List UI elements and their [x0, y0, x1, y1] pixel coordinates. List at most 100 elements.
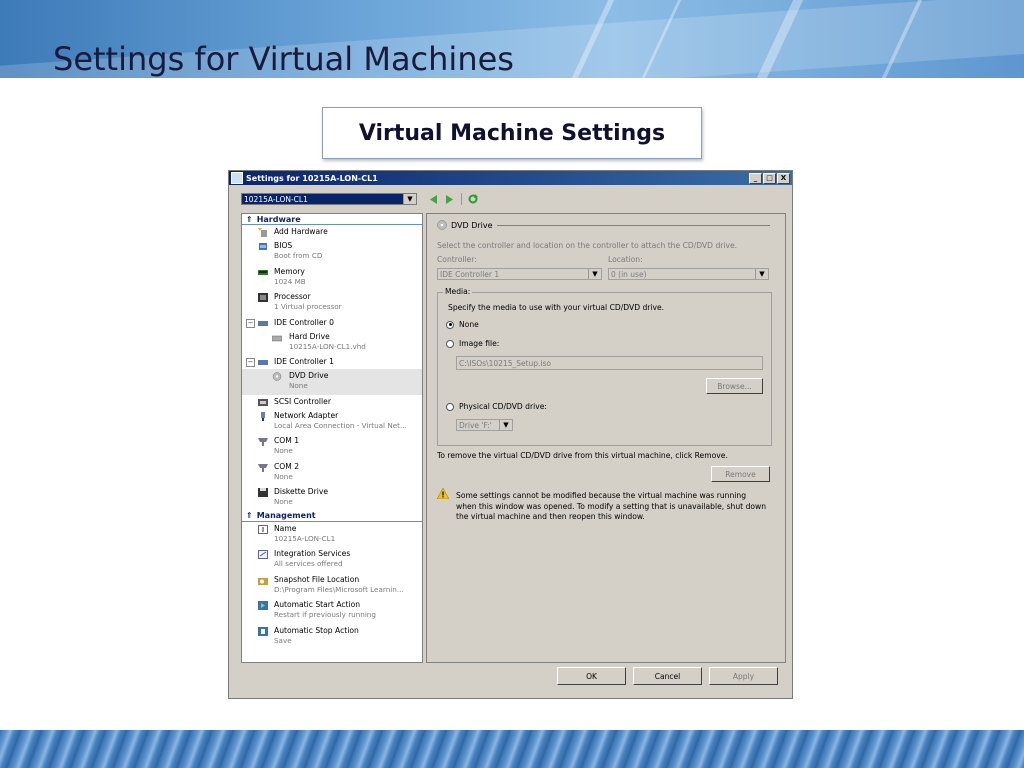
tree-item-ide-controller-0[interactable]: − IDE Controller 0 — [242, 316, 422, 330]
minimize-button[interactable]: _ — [749, 173, 762, 184]
management-section-header[interactable]: ⇑ Management — [242, 511, 422, 522]
details-panel: DVD Drive Select the controller and loca… — [426, 213, 786, 663]
vm-selector[interactable]: 10215A-LON-CL1 ▼ — [241, 193, 417, 205]
group-title: DVD Drive — [451, 220, 493, 230]
radio-image-file[interactable]: Image file: — [446, 339, 499, 348]
tree-item-snapshot-location[interactable]: Snapshot File Location D:\Program Files\… — [242, 573, 422, 599]
tree-item-hard-drive[interactable]: Hard Drive 10215A-LON-CL1.vhd — [242, 330, 422, 356]
vm-selector-value: 10215A-LON-CL1 — [244, 195, 308, 204]
window-icon — [231, 172, 243, 184]
controller-dropdown-value: IDE Controller 1 — [440, 270, 500, 279]
title-bar[interactable]: Settings for 10215A-LON-CL1 _ □ X — [229, 171, 792, 185]
back-arrow-icon[interactable] — [429, 194, 439, 204]
tree-item-dvd-drive[interactable]: DVD Drive None — [242, 369, 422, 395]
apply-button[interactable]: Apply — [709, 667, 778, 685]
tree-item-diskette-drive[interactable]: Diskette Drive None — [242, 485, 422, 511]
collapse-minus-icon[interactable]: − — [246, 358, 255, 367]
collapse-minus-icon[interactable]: − — [246, 318, 255, 328]
radio-image-label: Image file: — [459, 339, 500, 348]
snapshot-icon — [258, 577, 268, 585]
ide-controller-icon — [258, 320, 268, 326]
chevron-down-icon[interactable]: ▼ — [588, 269, 601, 279]
tree-item-bios[interactable]: BIOS Boot from CD — [242, 239, 422, 265]
forward-arrow-icon[interactable] — [445, 194, 455, 204]
collapse-icon[interactable]: ⇑ — [246, 215, 253, 224]
tree-item-automatic-start[interactable]: Automatic Start Action Restart if previo… — [242, 598, 422, 624]
settings-tree: ⇑ Hardware Add Hardware BIOS Boot from C… — [241, 213, 423, 663]
media-instruction: Specify the media to use with your virtu… — [448, 303, 665, 312]
warning-text: Some settings cannot be modified because… — [456, 491, 767, 521]
tree-item-detail: Restart if previously running — [274, 610, 376, 619]
controller-instruction: Select the controller and location on th… — [437, 241, 738, 250]
remove-button[interactable]: Remove — [711, 466, 770, 482]
com-port-icon — [258, 463, 268, 472]
window-title: Settings for 10215A-LON-CL1 — [246, 173, 378, 183]
tree-item-detail: None — [289, 381, 308, 390]
image-file-path[interactable]: C:\ISOs\10215_Setup.iso — [456, 356, 763, 370]
chevron-down-icon[interactable]: ▼ — [403, 194, 416, 204]
browse-button[interactable]: Browse... — [706, 378, 763, 394]
network-adapter-icon — [261, 411, 265, 421]
radio-unselected-icon — [446, 402, 454, 411]
group-header: DVD Drive — [437, 220, 493, 230]
ide-controller-icon — [258, 360, 268, 365]
tree-item-network-adapter[interactable]: Network Adapter Local Area Connection - … — [242, 409, 422, 435]
tree-item-memory[interactable]: Memory 1024 MB — [242, 265, 422, 291]
tree-item-label: Diskette Drive — [274, 487, 328, 496]
tree-item-detail: D:\Program Files\Microsoft Learnin... — [274, 584, 404, 594]
bios-chip-icon — [259, 243, 267, 250]
controller-label: Controller: — [437, 255, 477, 264]
physical-drive-dropdown[interactable]: Drive 'F:' ▼ — [456, 419, 513, 431]
tree-item-label: COM 2 — [274, 461, 300, 471]
tree-item-ide-controller-1[interactable]: − IDE Controller 1 — [242, 355, 422, 369]
maximize-button[interactable]: □ — [763, 173, 776, 184]
close-button[interactable]: X — [777, 173, 790, 184]
chevron-down-icon[interactable]: ▼ — [755, 269, 768, 279]
hardware-section-header[interactable]: ⇑ Hardware — [242, 214, 422, 225]
chevron-down-icon[interactable]: ▼ — [499, 420, 512, 430]
tree-item-label: Automatic Stop Action — [274, 625, 359, 635]
memory-icon — [258, 269, 268, 275]
settings-window: Settings for 10215A-LON-CL1 _ □ X 10215A… — [228, 170, 793, 699]
controller-dropdown[interactable]: IDE Controller 1 ▼ — [437, 268, 602, 280]
hardware-section-label: Hardware — [256, 214, 301, 224]
refresh-icon[interactable] — [468, 194, 478, 204]
nav-toolbar — [429, 193, 478, 205]
location-label: Location: — [608, 255, 643, 264]
tree-item-label: Add Hardware — [274, 227, 328, 236]
radio-physical-label: Physical CD/DVD drive: — [459, 402, 547, 411]
group-divider — [497, 225, 770, 226]
cancel-button[interactable]: Cancel — [633, 667, 702, 685]
tree-item-scsi-controller[interactable]: SCSI Controller — [242, 395, 422, 409]
tree-item-detail: 10215A-LON-CL1 — [274, 533, 336, 543]
hard-drive-icon — [272, 335, 282, 341]
tree-item-processor[interactable]: Processor 1 Virtual processor — [242, 290, 422, 316]
tree-item-detail: 1024 MB — [274, 276, 306, 286]
tree-item-detail: None — [274, 471, 293, 481]
radio-selected-icon — [446, 320, 454, 329]
tree-item-label: SCSI Controller — [274, 396, 331, 406]
radio-none[interactable]: None — [446, 320, 479, 329]
tree-item-integration-services[interactable]: Integration Services All services offere… — [242, 547, 422, 573]
tree-item-add-hardware[interactable]: Add Hardware — [242, 225, 422, 239]
management-section-label: Management — [256, 511, 316, 520]
media-group: Media: Specify the media to use with you… — [437, 287, 772, 446]
dvd-drive-icon — [437, 220, 447, 230]
tree-item-com2[interactable]: COM 2 None — [242, 460, 422, 486]
tree-item-label: Network Adapter — [274, 410, 339, 420]
ok-button[interactable]: OK — [557, 667, 626, 685]
collapse-icon[interactable]: ⇑ — [246, 511, 253, 520]
tree-item-label: IDE Controller 1 — [274, 357, 334, 366]
tree-item-name[interactable]: Name 10215A-LON-CL1 — [242, 522, 422, 548]
location-dropdown[interactable]: 0 (in use) ▼ — [608, 268, 769, 280]
remove-instruction: To remove the virtual CD/DVD drive from … — [437, 451, 728, 460]
physical-drive-value: Drive 'F:' — [459, 421, 492, 430]
tree-item-label: Memory — [274, 266, 305, 276]
tree-item-label: Snapshot File Location — [274, 574, 360, 584]
stop-action-icon — [258, 626, 268, 636]
radio-physical-drive[interactable]: Physical CD/DVD drive: — [446, 402, 547, 411]
tree-item-com1[interactable]: COM 1 None — [242, 434, 422, 460]
tree-item-automatic-stop[interactable]: Automatic Stop Action Save — [242, 624, 422, 650]
header-streak — [881, 0, 923, 78]
dvd-drive-icon — [272, 372, 282, 381]
